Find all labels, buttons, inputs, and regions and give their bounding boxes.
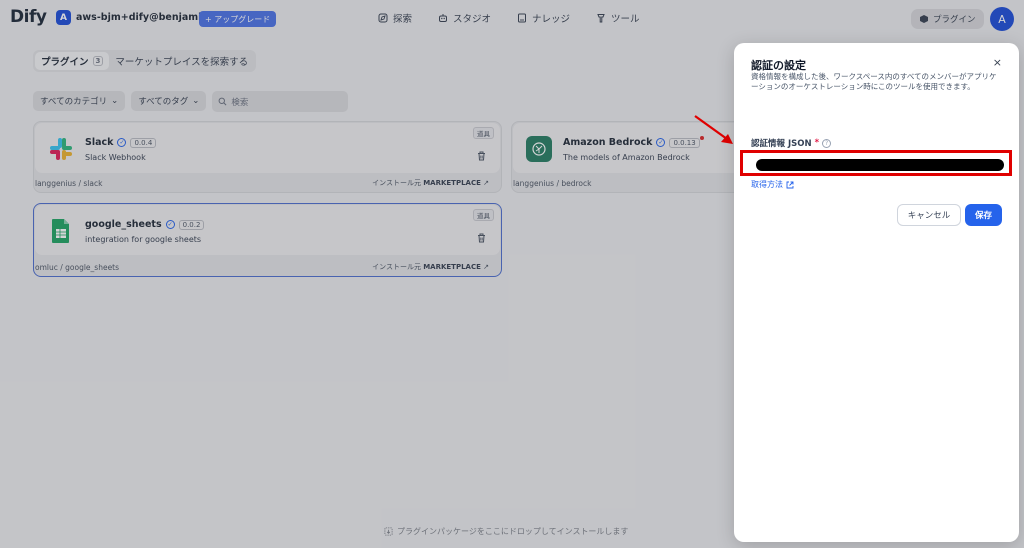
credentials-label-text: 認証情報 JSON (751, 139, 812, 149)
annotation-arrow-icon (694, 115, 733, 144)
panel-title: 認証の設定 (751, 59, 806, 72)
panel-description: 資格情報を構成した後、ワークスペース内のすべてのメンバーがアプリケーションのオー… (751, 72, 997, 91)
cancel-button[interactable]: キャンセル (897, 204, 961, 226)
credentials-field-label: 認証情報 JSON * ? (751, 137, 832, 149)
redacted-value (756, 159, 1004, 171)
save-button[interactable]: 保存 (965, 204, 1002, 226)
auth-settings-panel: 認証の設定 × 資格情報を構成した後、ワークスペース内のすべてのメンバーがアプリ… (734, 43, 1019, 542)
how-to-get-label: 取得方法 (751, 180, 783, 189)
required-mark: * (814, 138, 820, 148)
close-icon[interactable]: × (993, 56, 1002, 69)
help-icon[interactable]: ? (822, 138, 832, 148)
credentials-json-input[interactable] (740, 150, 1012, 176)
how-to-get-link[interactable]: 取得方法 (751, 179, 794, 190)
external-link-icon (786, 181, 794, 188)
